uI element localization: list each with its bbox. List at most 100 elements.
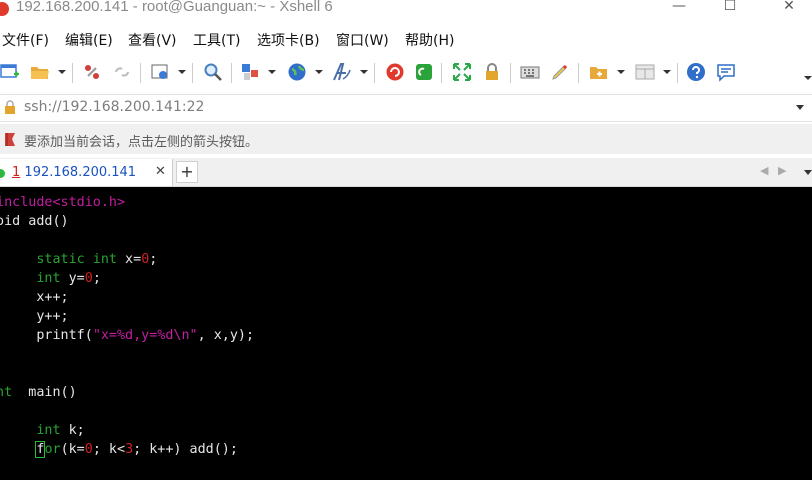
disconnect-icon[interactable] <box>112 62 132 82</box>
toolbar-separator <box>510 63 511 83</box>
hint-text: 要添加当前会话，点击左侧的箭头按钮。 <box>24 135 259 150</box>
tab-list-dropdown-icon[interactable] <box>804 170 812 175</box>
code-token: ; k< <box>92 442 126 457</box>
new-tab-button[interactable]: + <box>176 161 198 183</box>
keyboard-icon[interactable] <box>520 62 540 82</box>
code-token: 0 <box>84 271 93 286</box>
tile-dropdown-icon[interactable] <box>663 70 671 74</box>
terminal-line: static int x=0; <box>0 250 157 269</box>
title-bar: 192.168.200.141 - root@Guanguan:~ - Xshe… <box>0 0 812 22</box>
new-folder-icon[interactable] <box>589 62 609 82</box>
code-token: y= <box>60 271 85 286</box>
address-dropdown-icon[interactable] <box>796 105 804 110</box>
fullscreen-icon[interactable] <box>452 62 472 82</box>
tab-host: 192.168.200.141 <box>24 165 137 180</box>
reconnect-icon[interactable] <box>82 62 102 82</box>
open-folder-icon[interactable] <box>30 62 50 82</box>
layout-dropdown-icon[interactable] <box>268 70 276 74</box>
code-token: x++; <box>36 290 69 305</box>
terminal-line: x++; <box>0 288 69 307</box>
open-dropdown-icon[interactable] <box>58 70 66 74</box>
session-hint-bar: 要添加当前会话，点击左侧的箭头按钮。 <box>0 124 812 154</box>
tab-index: 1 <box>12 165 21 180</box>
code-token: int <box>0 385 13 400</box>
menu-file[interactable]: 文件(F) <box>2 30 49 50</box>
new-session-icon[interactable] <box>0 62 20 82</box>
toolbar-separator <box>677 63 678 83</box>
code-token: #include <box>0 195 53 210</box>
code-token: ; k++) add(); <box>133 442 238 457</box>
layout-icon[interactable] <box>240 62 260 82</box>
code-token: void add() <box>0 214 69 229</box>
tab-session-1[interactable]: 1 192.168.200.141 ✕ <box>0 159 173 186</box>
tile-window-icon[interactable] <box>635 62 655 82</box>
xftp-icon[interactable] <box>414 62 434 82</box>
code-token: , x,y); <box>197 328 255 343</box>
properties-dropdown-icon[interactable] <box>178 70 186 74</box>
code-token: ; <box>92 271 101 286</box>
properties-icon[interactable] <box>150 62 170 82</box>
window-title: 192.168.200.141 - root@Guanguan:~ - Xshe… <box>16 0 333 15</box>
highlight-pen-icon[interactable] <box>550 62 570 82</box>
minimize-button[interactable]: — <box>656 0 702 22</box>
code-token: printf( <box>36 328 93 343</box>
terminal-line: y++; <box>0 307 69 326</box>
chat-bubble-icon[interactable] <box>716 62 736 82</box>
terminal-output[interactable]: #include<stdio.h>void add(){ static int … <box>0 187 812 480</box>
terminal-line: #include<stdio.h> <box>0 193 125 212</box>
code-token: "x=%d,y=%d\n" <box>92 328 198 343</box>
maximize-button[interactable]: ☐ <box>707 0 753 22</box>
menu-window[interactable]: 窗口(W) <box>336 30 389 50</box>
help-icon[interactable] <box>686 62 706 82</box>
toolbar-separator <box>374 63 375 83</box>
toolbar-separator <box>578 63 579 83</box>
lock-icon[interactable] <box>482 62 502 82</box>
code-token: (k= <box>60 442 85 457</box>
terminal-line: void add() <box>0 212 69 231</box>
toolbar-separator <box>192 63 193 83</box>
code-token: int <box>36 423 61 438</box>
code-token: <stdio.h> <box>52 195 126 210</box>
add-session-arrow-icon[interactable] <box>4 132 20 147</box>
font-icon[interactable] <box>332 62 352 82</box>
code-token: or <box>44 442 61 457</box>
menu-tabs[interactable]: 选项卡(B) <box>257 30 320 50</box>
globe-icon[interactable] <box>287 62 307 82</box>
code-token: ; <box>149 252 158 267</box>
tab-scroll-right-icon[interactable]: ▶ <box>778 164 786 177</box>
connected-status-icon <box>0 169 5 178</box>
menu-bar: 文件(F) 编辑(E) 查看(V) 工具(T) 选项卡(B) 窗口(W) 帮助(… <box>0 25 812 51</box>
xshell-logo-icon[interactable] <box>385 62 405 82</box>
tab-label: 1 192.168.200.141 <box>12 165 136 180</box>
xshell-app-icon <box>0 2 9 16</box>
search-icon[interactable] <box>203 62 223 82</box>
session-address-input[interactable]: ssh://192.168.200.141:22 <box>24 99 204 115</box>
globe-dropdown-icon[interactable] <box>315 70 323 74</box>
tab-bar: 1 192.168.200.141 ✕ + ◀ ▶ <box>0 158 812 187</box>
code-token: static <box>36 252 85 267</box>
close-tab-icon[interactable]: ✕ <box>155 164 166 179</box>
tab-scroll-left-icon[interactable]: ◀ <box>760 164 768 177</box>
code-token: 3 <box>125 442 134 457</box>
toolbar-overflow-icon[interactable] <box>804 76 812 80</box>
menu-edit[interactable]: 编辑(E) <box>65 30 113 50</box>
menu-view[interactable]: 查看(V) <box>128 30 177 50</box>
menu-help[interactable]: 帮助(H) <box>405 30 454 50</box>
terminal-line: int k; <box>0 421 85 440</box>
code-token: y++; <box>36 309 69 324</box>
font-dropdown-icon[interactable] <box>360 70 368 74</box>
terminal-line: printf("x=%d,y=%d\n", x,y); <box>0 326 254 345</box>
code-token: k; <box>60 423 85 438</box>
terminal-line: int y=0; <box>0 269 101 288</box>
toolbar-separator <box>231 63 232 83</box>
toolbar <box>0 56 812 90</box>
close-window-button[interactable]: ✕ <box>766 0 812 22</box>
toolbar-separator <box>72 63 73 83</box>
folder-dropdown-icon[interactable] <box>617 70 625 74</box>
toolbar-separator <box>140 63 141 83</box>
terminal-line: int main() <box>0 383 77 402</box>
menu-tools[interactable]: 工具(T) <box>193 30 240 50</box>
